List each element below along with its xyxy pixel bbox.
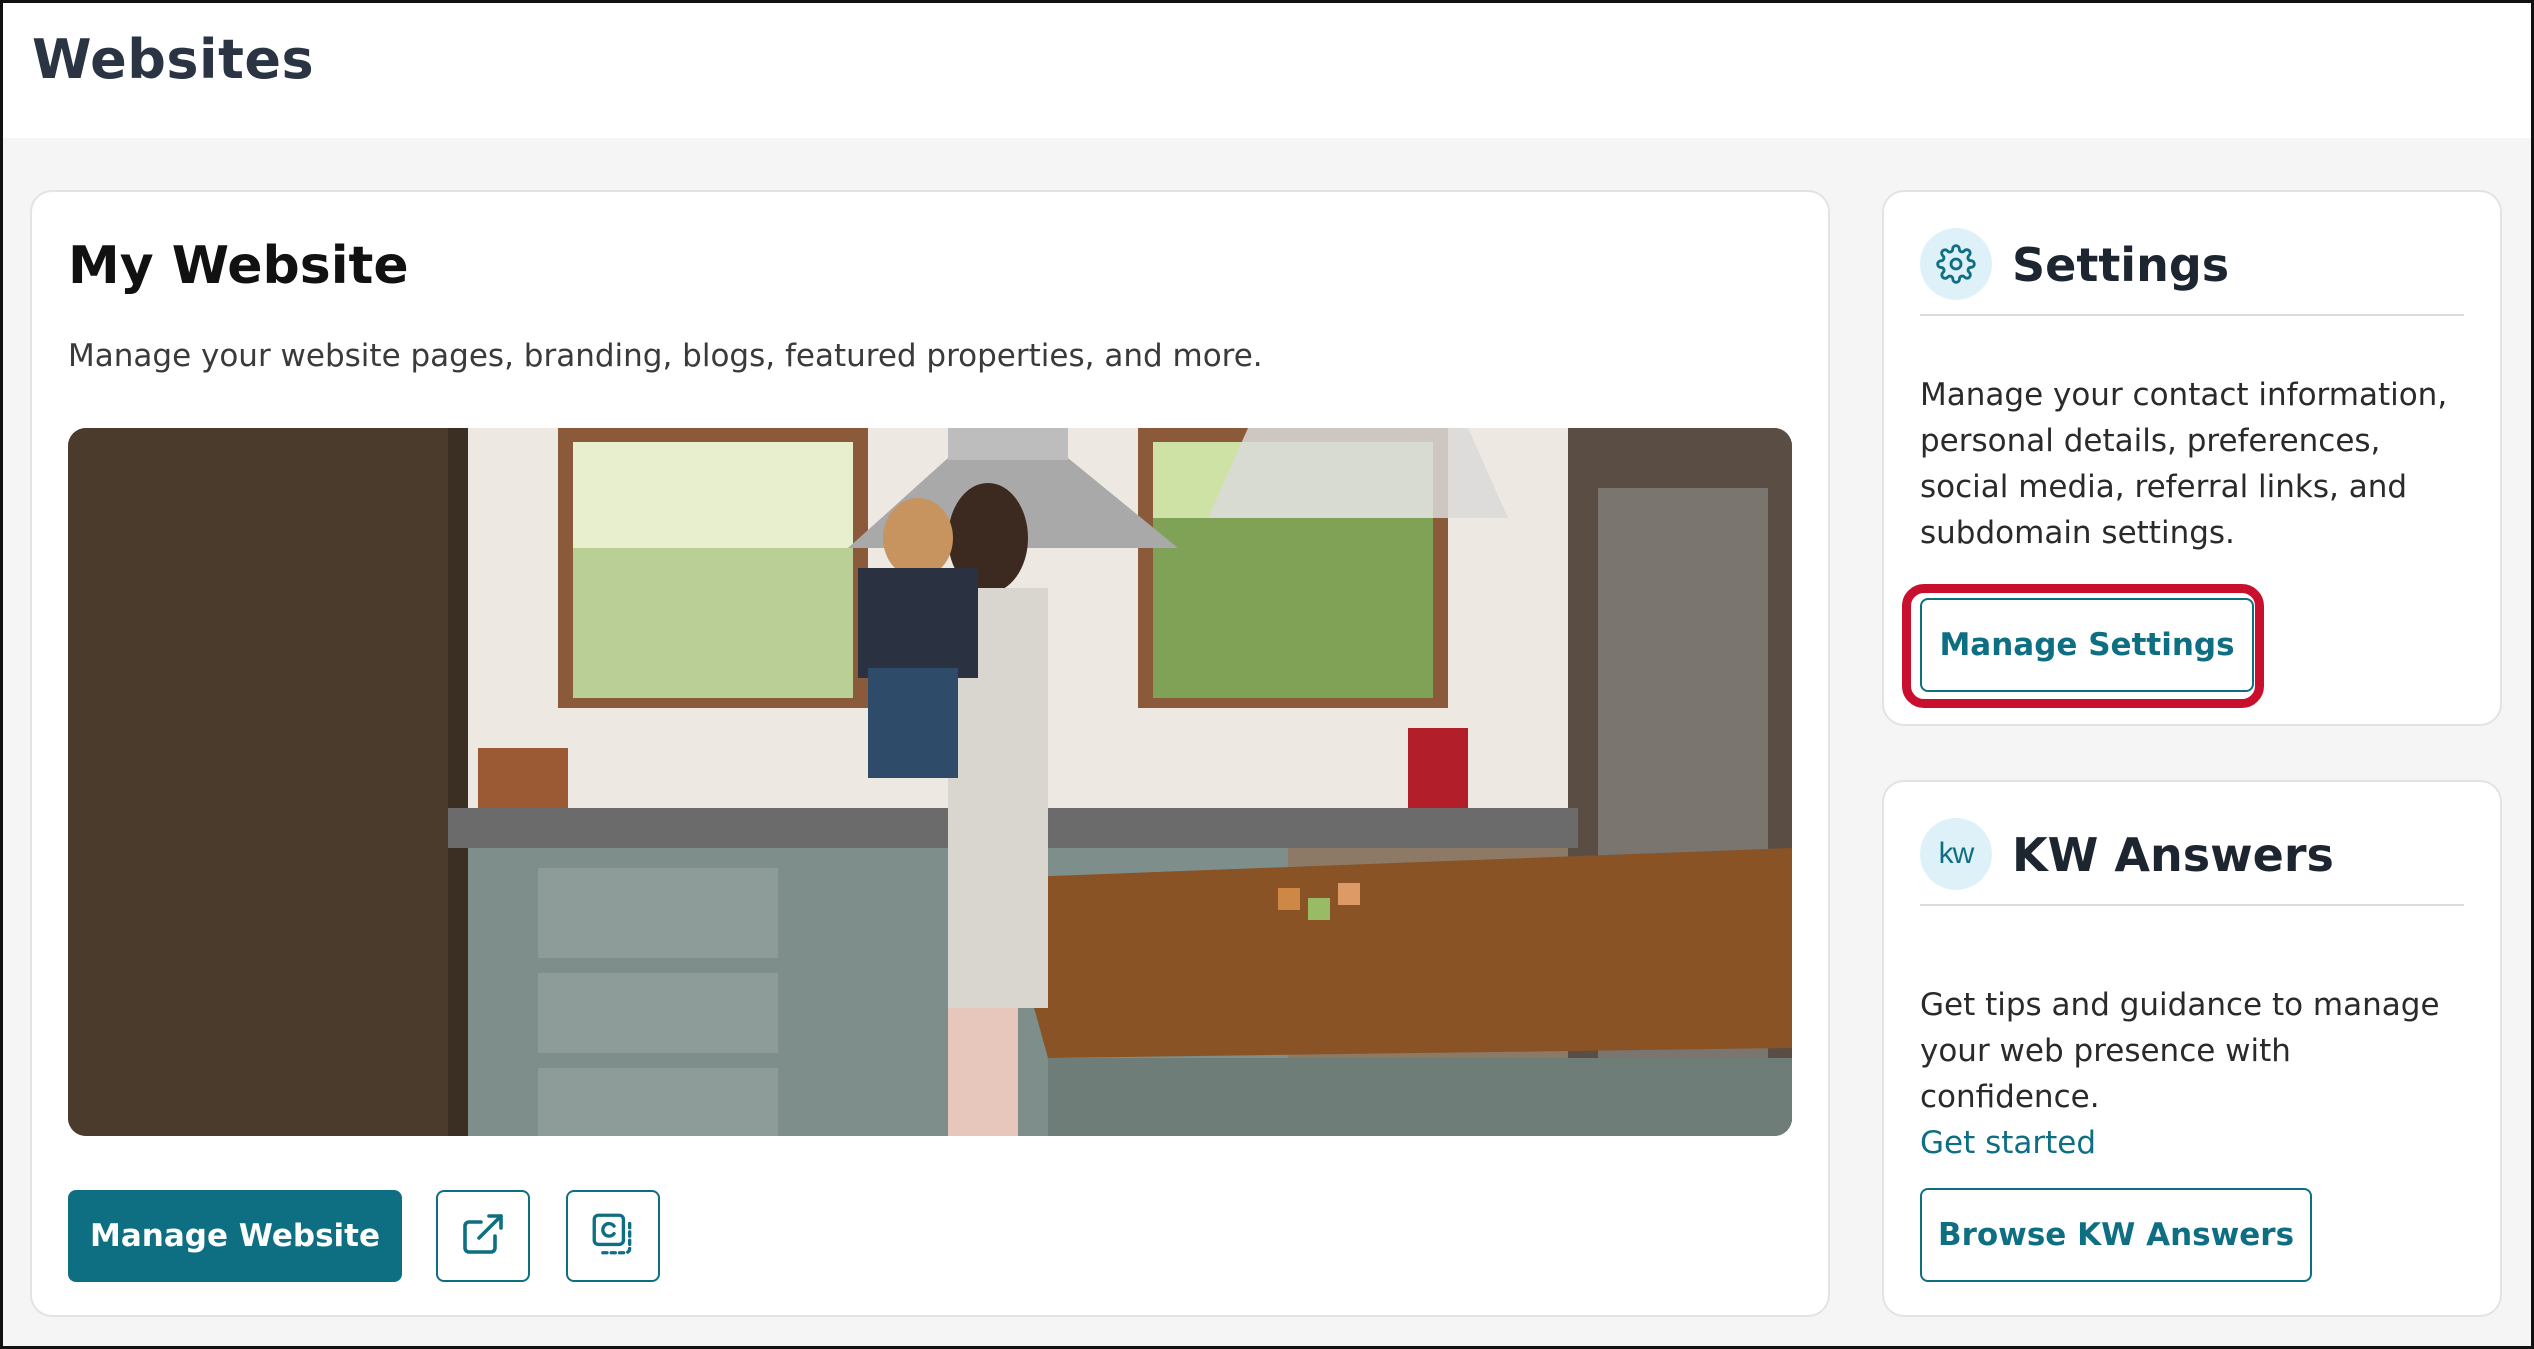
open-website-button[interactable] <box>436 1190 530 1282</box>
card-title: My Website <box>68 236 409 296</box>
kw-answers-description-text: Get tips and guidance to manage your web… <box>1920 987 2440 1115</box>
kw-answers-description: Get tips and guidance to manage your web… <box>1920 982 2470 1166</box>
copy-link-icon <box>588 1209 638 1263</box>
settings-card: Settings Manage your contact information… <box>1882 190 2502 726</box>
settings-header: Settings <box>1920 228 2464 316</box>
copy-website-link-button[interactable] <box>566 1190 660 1282</box>
top-bar: Websites <box>0 0 2534 138</box>
external-link-icon <box>459 1210 507 1262</box>
kw-answers-card: kw KW Answers Get tips and guidance to m… <box>1882 780 2502 1317</box>
page-title: Websites <box>32 28 315 91</box>
my-website-card: My Website Manage your website pages, br… <box>30 190 1830 1317</box>
manage-settings-button[interactable]: Manage Settings <box>1920 598 2254 692</box>
kw-answers-header: kw KW Answers <box>1920 818 2464 906</box>
kw-logo-text: kw <box>1938 837 1975 870</box>
browse-kw-answers-button[interactable]: Browse KW Answers <box>1920 1188 2312 1282</box>
settings-description: Manage your contact information, persona… <box>1920 377 2448 551</box>
get-started-link[interactable]: Get started <box>1920 1120 2470 1166</box>
gear-icon <box>1920 228 1992 300</box>
card-description: Manage your website pages, branding, blo… <box>68 338 1263 374</box>
website-hero-image <box>68 428 1792 1136</box>
manage-website-button[interactable]: Manage Website <box>68 1190 402 1282</box>
kw-logo-icon: kw <box>1920 818 1992 890</box>
settings-title: Settings <box>2012 238 2230 292</box>
kw-answers-title: KW Answers <box>2012 828 2334 882</box>
